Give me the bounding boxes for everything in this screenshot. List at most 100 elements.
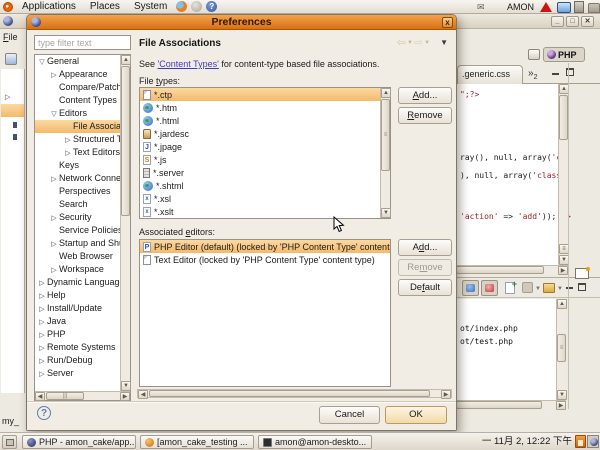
task-button-terminal[interactable]: amon@amon-deskto... bbox=[258, 435, 372, 449]
open-perspective-icon[interactable] bbox=[528, 49, 540, 60]
file-type-row[interactable]: x *.xsl bbox=[140, 192, 390, 205]
minimize-editor-icon[interactable] bbox=[552, 73, 559, 75]
computer-tray-icon[interactable] bbox=[574, 1, 584, 13]
dropdown-caret-icon[interactable]: ▼ bbox=[557, 286, 563, 292]
link-with-editor-icon[interactable] bbox=[462, 280, 479, 296]
tree-filter-input[interactable] bbox=[34, 35, 131, 50]
dialog-titlebar[interactable]: Preferences x bbox=[27, 15, 456, 30]
tree-item-run-debug[interactable]: ▷ Run/Debug bbox=[35, 354, 120, 367]
editor-vertical-scrollbar[interactable]: ▲ ≡ ▼ bbox=[558, 84, 569, 265]
tree-item-text-editors[interactable]: ▷ Text Editors bbox=[35, 146, 120, 159]
tree-item-security[interactable]: ▷ Security bbox=[35, 211, 120, 224]
tree-item-install-update[interactable]: ▷ Install/Update bbox=[35, 302, 120, 315]
dialog-close-icon[interactable]: x bbox=[442, 17, 453, 28]
menu-places[interactable]: Places bbox=[83, 0, 127, 13]
editor-horizontal-scrollbar[interactable]: ▶ bbox=[456, 265, 568, 275]
file-type-row[interactable]: *.jardesc bbox=[140, 127, 390, 140]
task-button-eclipse[interactable]: PHP - amon_cake/app... bbox=[22, 435, 136, 449]
dropdown-caret-icon[interactable]: ▼ bbox=[535, 286, 541, 292]
default-button[interactable]: Default bbox=[398, 279, 452, 296]
file-type-row[interactable]: *.shtml bbox=[140, 179, 390, 192]
maximize-window-button[interactable]: □ bbox=[566, 16, 579, 27]
tree-item-service-policies[interactable]: Service Policies bbox=[35, 224, 120, 237]
tree-item-workspace[interactable]: ▷ Workspace bbox=[35, 263, 120, 276]
show-desktop-button[interactable] bbox=[2, 435, 17, 449]
back-menu-caret-icon[interactable]: ▼ bbox=[407, 40, 413, 46]
display-settings-icon[interactable] bbox=[557, 2, 571, 13]
warning-indicator-icon[interactable] bbox=[540, 2, 552, 12]
file-type-row[interactable]: *.server bbox=[140, 166, 390, 179]
mail-notification-icon[interactable]: ✉ bbox=[477, 1, 485, 13]
toolbar-new-icon[interactable] bbox=[5, 53, 17, 65]
menu-applications[interactable]: Applications bbox=[15, 0, 83, 13]
eclipse-file-menu[interactable]: File bbox=[3, 32, 18, 42]
tree-item-network-connections[interactable]: ▷ Network Connec bbox=[35, 172, 120, 185]
add-file-type-button[interactable]: Add... bbox=[398, 87, 452, 104]
forward-arrow-icon[interactable]: ⇨ bbox=[414, 36, 423, 49]
workspace-switcher[interactable] bbox=[587, 435, 599, 448]
associated-editor-row[interactable]: P PHP Editor (default) (locked by 'PHP Co… bbox=[140, 240, 390, 253]
tab-overflow-indicator[interactable]: »2 bbox=[528, 68, 537, 81]
tree-item-search[interactable]: Search bbox=[35, 198, 120, 211]
help-launcher-icon[interactable]: ? bbox=[206, 1, 218, 12]
php-perspective-button[interactable]: PHP bbox=[543, 47, 585, 62]
help-icon[interactable]: ? bbox=[37, 406, 51, 420]
remove-file-type-button[interactable]: Remove bbox=[398, 107, 452, 124]
trash-applet-icon[interactable] bbox=[575, 435, 586, 448]
tree-vertical-scrollbar[interactable]: ▲ ▼ bbox=[120, 55, 131, 391]
tree-item-file-associations[interactable]: File Associations bbox=[35, 120, 120, 133]
tree-item-dynamic-languages[interactable]: ▷ Dynamic Language bbox=[35, 276, 120, 289]
file-type-row[interactable]: J *.jpage bbox=[140, 140, 390, 153]
printer-tray-icon[interactable] bbox=[588, 3, 600, 13]
clock-applet[interactable]: 一 11月 2, 12:22 下午 bbox=[482, 433, 572, 450]
tree-item-content-types[interactable]: Content Types bbox=[35, 94, 120, 107]
view-vertical-scrollbar[interactable]: ▲ ≡ ▼ bbox=[556, 299, 567, 400]
tree-item-help[interactable]: ▷ Help bbox=[35, 289, 120, 302]
tree-item-remote-systems[interactable]: ▷ Remote Systems bbox=[35, 341, 120, 354]
code-editor[interactable]: ";?> ray(), null, array('cl ), null, arr… bbox=[456, 84, 571, 265]
back-arrow-icon[interactable]: ⇦ bbox=[397, 36, 406, 49]
collapse-all-icon[interactable] bbox=[522, 282, 533, 293]
file-types-scrollbar[interactable]: ▲ ≡ ▼ bbox=[380, 88, 391, 218]
page-horizontal-scrollbar[interactable]: ◀ ▶ bbox=[137, 389, 452, 399]
remove-editor-button[interactable]: Remove bbox=[398, 259, 452, 276]
tree-item-web-browser[interactable]: Web Browser bbox=[35, 250, 120, 263]
editor-tab-generic-css[interactable]: .generic.css bbox=[457, 65, 523, 84]
forward-menu-caret-icon[interactable]: ▼ bbox=[424, 40, 430, 46]
ok-button[interactable]: OK bbox=[385, 406, 447, 424]
tree-item-php[interactable]: ▷ PHP bbox=[35, 328, 120, 341]
view-horizontal-scrollbar[interactable]: ▶ bbox=[456, 400, 566, 410]
close-window-button[interactable]: ✕ bbox=[581, 16, 594, 27]
php-explorer-view[interactable]: ▷ bbox=[1, 69, 25, 393]
tree-item-structured-text[interactable]: ▷Structured Te bbox=[35, 133, 120, 146]
fast-view-icon[interactable] bbox=[575, 267, 590, 279]
associated-editor-row[interactable]: Text Editor (locked by 'PHP Content Type… bbox=[140, 253, 390, 266]
filter-view-icon[interactable] bbox=[481, 280, 498, 296]
tree-expander-icon[interactable]: ▷ bbox=[5, 93, 10, 101]
view-menu-icon[interactable]: ▼ bbox=[440, 38, 448, 47]
file-type-row[interactable]: S *.js bbox=[140, 153, 390, 166]
minimize-window-button[interactable]: _ bbox=[551, 16, 564, 27]
firefox-launcher-icon[interactable] bbox=[176, 1, 188, 12]
content-types-link[interactable]: 'Content Types' bbox=[158, 59, 219, 69]
task-button-browser[interactable]: [amon_cake_testing ... bbox=[140, 435, 254, 449]
tree-item-keys[interactable]: Keys bbox=[35, 159, 120, 172]
add-editor-button[interactable]: Add... bbox=[398, 239, 452, 256]
tree-item-java[interactable]: ▷ Java bbox=[35, 315, 120, 328]
cancel-button[interactable]: Cancel bbox=[319, 406, 380, 424]
tree-item-appearance[interactable]: ▷ Appearance bbox=[35, 68, 120, 81]
app-launcher-icon[interactable] bbox=[191, 1, 203, 12]
file-type-row[interactable]: x *.xslt bbox=[140, 205, 390, 218]
ubuntu-logo-icon[interactable] bbox=[3, 1, 13, 12]
tree-item-perspectives[interactable]: Perspectives bbox=[35, 185, 120, 198]
new-folder-icon[interactable] bbox=[543, 283, 555, 293]
file-type-row[interactable]: *.htm bbox=[140, 101, 390, 114]
bottom-view-content[interactable]: ot/index.php ot/test.php ▲ ≡ ▼ bbox=[456, 299, 567, 400]
menu-system[interactable]: System bbox=[127, 0, 174, 13]
tree-horizontal-scrollbar[interactable]: ◀ ||| ▶ bbox=[35, 391, 130, 401]
tree-item-compare-patch[interactable]: Compare/Patch bbox=[35, 81, 120, 94]
tree-item-general[interactable]: ▽ General bbox=[35, 55, 120, 68]
tree-item-server[interactable]: ▷ Server bbox=[35, 367, 120, 380]
file-type-row[interactable]: *.html bbox=[140, 114, 390, 127]
tree-item-startup-shutdown[interactable]: ▷ Startup and Shut bbox=[35, 237, 120, 250]
